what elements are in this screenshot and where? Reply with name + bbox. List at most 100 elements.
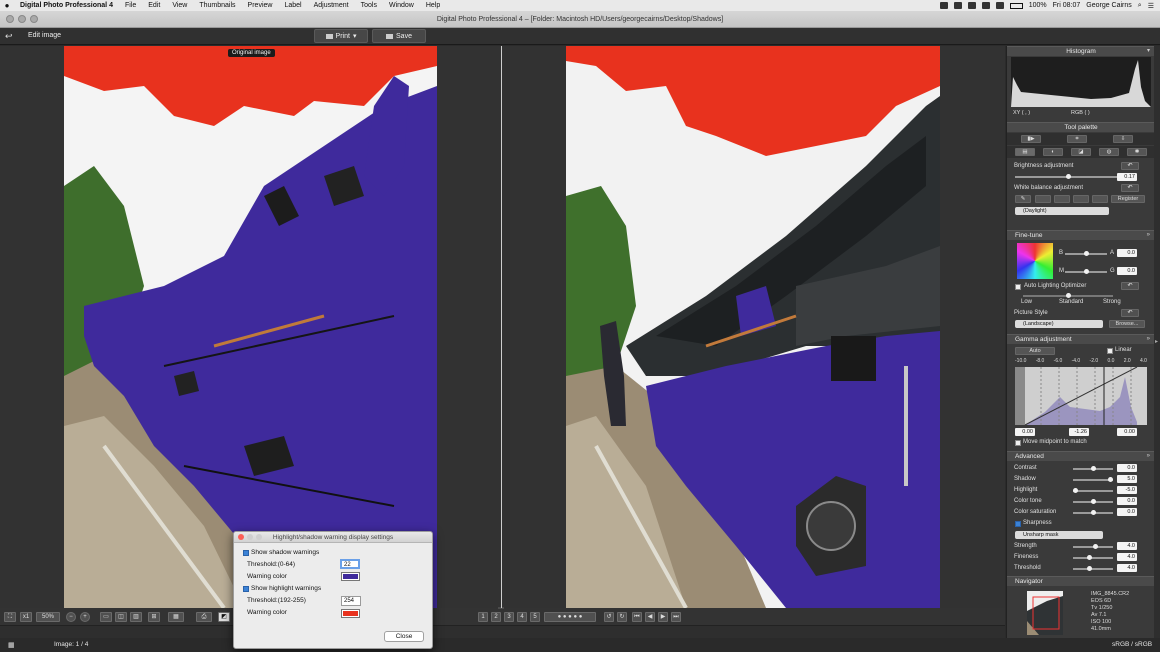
menu-app[interactable]: Digital Photo Professional 4 [14,2,119,9]
adjust-slider[interactable] [1073,546,1113,548]
rating-2-button[interactable]: 2 [491,612,501,622]
back-arrow-icon[interactable]: ↩ [5,31,13,42]
histogram-header[interactable]: Histogram ▾ [1007,46,1155,56]
menu-adjustment[interactable]: Adjustment [308,2,355,9]
prev-image-icon[interactable]: ◀ [645,612,655,622]
zoom-out-icon[interactable]: − [66,612,76,622]
close-button[interactable]: Close [384,631,424,642]
chevron-down-icon[interactable]: » [1147,452,1150,461]
blue-amber-knob[interactable] [1084,251,1089,256]
adjust-slider[interactable] [1073,512,1113,514]
adjust-value[interactable]: 0.0 [1117,464,1137,472]
dialog-close-dot[interactable] [238,534,244,540]
status-icon[interactable] [940,2,948,9]
menu-view[interactable]: View [166,2,193,9]
tab-export-icon[interactable]: ⇩ [1113,135,1133,143]
chevron-down-icon[interactable]: ▾ [1147,47,1150,56]
wb-register-button[interactable]: Register [1111,195,1145,203]
auto-lighting-slider[interactable] [1023,295,1113,297]
gamma-auto-button[interactable]: Auto [1015,347,1055,355]
show-highlight-checkbox[interactable] [243,586,249,592]
status-icon[interactable] [982,2,990,9]
adjust-slider[interactable] [1073,568,1113,570]
view-compare-icon[interactable]: ◫ [115,612,127,622]
adjust-knob[interactable] [1087,555,1092,560]
highlight-threshold-input[interactable]: 254 [341,596,361,606]
brightness-reset-button[interactable]: ↶ [1121,162,1139,170]
adjust-knob[interactable] [1091,510,1096,515]
menu-label[interactable]: Label [278,2,307,9]
rotate-right-icon[interactable]: ↻ [617,612,627,622]
view-single-icon[interactable]: ▭ [100,612,112,622]
rating-4-button[interactable]: 4 [517,612,527,622]
adjust-value[interactable]: 0.0 [1117,508,1137,516]
zoom-in-icon[interactable]: + [80,612,90,622]
tab-crop-icon[interactable]: ⌗ [1067,135,1087,143]
brightness-slider[interactable] [1015,176,1119,178]
window-minimize-button[interactable] [18,15,26,23]
adjust-knob[interactable] [1108,477,1113,482]
gamma-mid-value[interactable]: -1.26 [1069,428,1089,436]
rating-1-button[interactable]: 1 [478,612,488,622]
adjust-value[interactable]: 0.0 [1117,497,1137,505]
wb-preset-1[interactable] [1035,195,1051,203]
fine-tune-header[interactable]: Fine-tune » [1007,230,1155,240]
brightness-value[interactable]: 0.17 [1117,173,1137,181]
adjust-slider[interactable] [1073,479,1113,481]
wb-preset-3[interactable] [1073,195,1089,203]
menu-edit[interactable]: Edit [142,2,166,9]
browse-button[interactable]: Browse... [1109,320,1145,328]
tab-curve-icon[interactable]: ◪ [1071,148,1091,156]
chevron-down-icon[interactable]: » [1147,231,1150,240]
tab-settings-icon[interactable]: ✱ [1127,148,1147,156]
actual-size-button[interactable]: x1 [20,612,32,622]
picture-style-reset-button[interactable]: ↶ [1121,309,1139,317]
highlight-color-swatch[interactable] [341,609,360,618]
wb-preset-4[interactable] [1092,195,1108,203]
adjust-knob[interactable] [1087,566,1092,571]
grid-view-icon[interactable]: ▦ [8,641,15,649]
print-preview-icon[interactable]: ⎙ [196,612,212,622]
gamma-midpoint-checkbox[interactable] [1015,440,1021,446]
navigator-thumbnail[interactable] [1027,591,1063,635]
menu-thumbnails[interactable]: Thumbnails [193,2,241,9]
gamma-curve-graph[interactable] [1015,367,1147,425]
gamma-right-value[interactable]: 0.00 [1117,428,1137,436]
user-name[interactable]: George Cairns [1086,2,1132,9]
chevron-down-icon[interactable]: » [1147,335,1150,344]
tab-tone-icon[interactable]: ◐ [1043,148,1063,156]
shadow-threshold-input[interactable]: 22 [340,559,360,569]
view-split-icon[interactable]: ▥ [130,612,142,622]
navigator-header[interactable]: Navigator [1007,576,1155,586]
window-zoom-button[interactable] [30,15,38,23]
advanced-header[interactable]: Advanced » [1007,451,1155,461]
sharpness-mode-select[interactable]: Unsharp mask [1015,531,1103,539]
adjust-slider[interactable] [1073,557,1113,559]
menu-window[interactable]: Window [383,2,420,9]
adjust-knob[interactable] [1091,499,1096,504]
battery-icon[interactable] [1010,3,1023,9]
tab-basic-adjust-icon[interactable]: ▤ [1015,148,1035,156]
rating-5-button[interactable]: 5 [530,612,540,622]
wifi-icon[interactable] [996,2,1004,9]
sharpness-checkbox[interactable] [1015,521,1021,527]
star-rating[interactable]: ● ● ● ● ● [544,612,596,622]
chevron-right-icon[interactable]: ▸ [1155,338,1158,345]
menu-tools[interactable]: Tools [355,2,383,9]
next-image-icon[interactable]: ▶ [658,612,668,622]
af-point-icon[interactable]: ⊞ [148,612,160,622]
blue-amber-value[interactable]: 0.0 [1117,249,1137,257]
list-icon[interactable]: ☰ [1148,2,1154,10]
wb-preset-2[interactable] [1054,195,1070,203]
show-shadow-checkbox[interactable] [243,550,249,556]
fit-screen-icon[interactable]: ⛶ [4,612,16,622]
magenta-green-slider[interactable] [1065,271,1107,273]
edited-image[interactable] [566,46,940,608]
status-icon[interactable] [954,2,962,9]
rotate-left-icon[interactable]: ↺ [604,612,614,622]
white-balance-reset-button[interactable]: ↶ [1121,184,1139,192]
adjust-slider[interactable] [1073,501,1113,503]
menu-help[interactable]: Help [420,2,446,9]
menu-file[interactable]: File [119,2,142,9]
tab-basic-icon[interactable]: ▮▶ [1021,135,1041,143]
